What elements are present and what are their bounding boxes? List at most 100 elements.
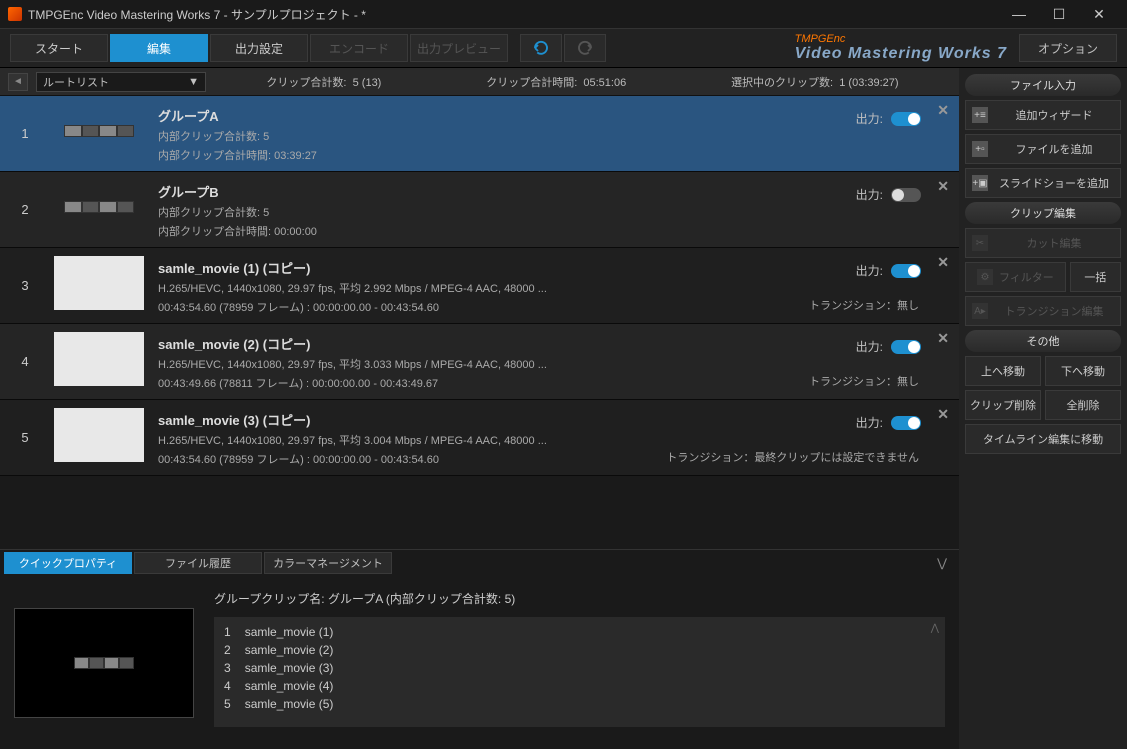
close-icon[interactable]: ✕ bbox=[937, 178, 949, 195]
brand: TMPGEnc Video Mastering Works 7 bbox=[608, 33, 1017, 63]
wizard-icon: +≡ bbox=[972, 107, 988, 123]
clip-title: samle_movie (3) (コピー) bbox=[158, 410, 689, 429]
clip-row[interactable]: 5 samle_movie (3) (コピー) H.265/HEVC, 1440x1… bbox=[0, 400, 959, 476]
cut-edit-button[interactable]: ✂カット編集 bbox=[965, 228, 1121, 258]
undo-icon bbox=[532, 39, 550, 57]
clip-row[interactable]: 2 グループB 内部クリップ合計数: 5 内部クリップ合計時間: 00:00:00 出力… bbox=[0, 172, 959, 248]
close-button[interactable]: ✕ bbox=[1079, 0, 1119, 28]
transition-label: トランジション：無し bbox=[809, 373, 919, 389]
clip-line1: 内部クリップ合計数: 5 bbox=[158, 204, 689, 220]
transition-icon: A▸ bbox=[972, 303, 988, 319]
collapse-icon[interactable]: ⋁ bbox=[937, 556, 947, 570]
clip-title: samle_movie (2) (コピー) bbox=[158, 334, 689, 353]
minimize-button[interactable]: — bbox=[999, 0, 1039, 28]
output-toggle[interactable] bbox=[891, 188, 921, 202]
slideshow-icon: +▣ bbox=[972, 175, 988, 191]
app-logo-icon bbox=[8, 7, 22, 21]
chevron-down-icon: ▼ bbox=[188, 76, 199, 88]
add-slideshow-button[interactable]: +▣スライドショーを追加 bbox=[965, 168, 1121, 198]
clip-row[interactable]: 4samle_movie (2) (コピー)H.265/HEVC, 1440x1… bbox=[0, 324, 959, 400]
bottom-panel: クイックプロパティ ファイル履歴 カラーマネージメント ⋁ グループクリップ名:… bbox=[0, 549, 959, 749]
output-label: 出力: bbox=[856, 414, 883, 431]
delete-all-button[interactable]: 全削除 bbox=[1045, 390, 1121, 420]
output-toggle[interactable] bbox=[891, 264, 921, 278]
tab-preview[interactable]: 出力プレビュー bbox=[410, 34, 508, 62]
property-list[interactable]: ⋀ 1samle_movie (1)2samle_movie (2)3samle… bbox=[214, 617, 945, 727]
close-icon[interactable]: ✕ bbox=[937, 102, 949, 119]
titlebar: TMPGEnc Video Mastering Works 7 - サンプルプロ… bbox=[0, 0, 1127, 28]
clip-row[interactable]: 1グループA内部クリップ合計数: 5内部クリップ合計時間: 03:39:27出力… bbox=[0, 96, 959, 172]
group-clip-title: グループクリップ名: グループA (内部クリップ合計数: 5) bbox=[214, 590, 945, 607]
tab-color-management[interactable]: カラーマネージメント bbox=[264, 552, 392, 574]
transition-label: トランジション：最終クリップには設定できません bbox=[666, 449, 919, 465]
output-toggle[interactable] bbox=[891, 340, 921, 354]
tab-output[interactable]: 出力設定 bbox=[210, 34, 308, 62]
clip-number: 5 bbox=[10, 408, 40, 467]
add-file-button[interactable]: +▫ファイルを追加 bbox=[965, 134, 1121, 164]
clip-line1: H.265/HEVC, 1440x1080, 29.97 fps, 平均 2.9… bbox=[158, 280, 689, 296]
clip-list[interactable]: 1グループA内部クリップ合計数: 5内部クリップ合計時間: 03:39:27出力… bbox=[0, 96, 959, 549]
clip-line2: 00:43:54.60 (78959 フレーム) : 00:00:00.00 -… bbox=[158, 299, 689, 315]
close-icon[interactable]: ✕ bbox=[937, 254, 949, 271]
clip-title: グループA bbox=[158, 106, 689, 125]
property-thumbnail bbox=[14, 608, 194, 718]
timeline-move-button[interactable]: タイムライン編集に移動 bbox=[965, 424, 1121, 454]
add-wizard-button[interactable]: +≡追加ウィザード bbox=[965, 100, 1121, 130]
property-list-item[interactable]: 2samle_movie (2) bbox=[224, 641, 935, 659]
property-list-item[interactable]: 3samle_movie (3) bbox=[224, 659, 935, 677]
filter-button[interactable]: ⚙フィルター bbox=[965, 262, 1066, 292]
brand-small: TMPGEnc bbox=[795, 33, 846, 45]
batch-button[interactable]: 一括 bbox=[1070, 262, 1121, 292]
tab-encode[interactable]: エンコード bbox=[310, 34, 408, 62]
output-toggle[interactable] bbox=[891, 416, 921, 430]
brand-main: Video Mastering Works 7 bbox=[795, 45, 1007, 63]
list-dropdown[interactable]: ルートリスト ▼ bbox=[36, 72, 206, 92]
tab-file-history[interactable]: ファイル履歴 bbox=[134, 552, 262, 574]
undo-button[interactable] bbox=[520, 34, 562, 62]
clip-number: 1 bbox=[10, 104, 40, 163]
scissors-icon: ✂ bbox=[972, 235, 988, 251]
clip-line2: 00:43:49.66 (78811 フレーム) : 00:00:00.00 -… bbox=[158, 375, 689, 391]
window-title: TMPGEnc Video Mastering Works 7 - サンプルプロ… bbox=[28, 6, 999, 23]
clip-line1: 内部クリップ合計数: 5 bbox=[158, 128, 689, 144]
close-icon[interactable]: ✕ bbox=[937, 330, 949, 347]
caret-up-icon[interactable]: ⋀ bbox=[931, 621, 939, 636]
clip-number: 2 bbox=[10, 180, 40, 239]
redo-icon bbox=[576, 39, 594, 57]
section-file-input: ファイル入力 bbox=[965, 74, 1121, 96]
move-down-button[interactable]: 下へ移動 bbox=[1045, 356, 1121, 386]
output-toggle[interactable] bbox=[891, 112, 921, 126]
property-list-item[interactable]: 5samle_movie (5) bbox=[224, 695, 935, 713]
tab-start[interactable]: スタート bbox=[10, 34, 108, 62]
nav-back-button[interactable]: ◄ bbox=[8, 73, 28, 91]
section-clip-edit: クリップ編集 bbox=[965, 202, 1121, 224]
maximize-button[interactable]: ☐ bbox=[1039, 0, 1079, 28]
tab-edit[interactable]: 編集 bbox=[110, 34, 208, 62]
transition-edit-button[interactable]: A▸トランジション編集 bbox=[965, 296, 1121, 326]
redo-button[interactable] bbox=[564, 34, 606, 62]
clip-title: グループB bbox=[158, 182, 689, 201]
clip-number: 3 bbox=[10, 256, 40, 315]
output-label: 出力: bbox=[856, 262, 883, 279]
close-icon[interactable]: ✕ bbox=[937, 406, 949, 423]
clip-number: 4 bbox=[10, 332, 40, 391]
top-nav: スタート 編集 出力設定 エンコード 出力プレビュー TMPGEnc Video… bbox=[0, 28, 1127, 68]
clip-row[interactable]: 3 samle_movie (1) (コピー) H.265/HEVC, 1440x1… bbox=[0, 248, 959, 324]
gear-icon: ⚙ bbox=[977, 269, 993, 285]
property-list-item[interactable]: 4samle_movie (4) bbox=[224, 677, 935, 695]
property-list-item[interactable]: 1samle_movie (1) bbox=[224, 623, 935, 641]
output-label: 出力: bbox=[856, 186, 883, 203]
tab-quick-property[interactable]: クイックプロパティ bbox=[4, 552, 132, 574]
transition-label: トランジション：無し bbox=[809, 297, 919, 313]
clip-delete-button[interactable]: クリップ削除 bbox=[965, 390, 1041, 420]
clip-line2: 内部クリップ合計時間: 00:00:00 bbox=[158, 223, 689, 239]
section-other: その他 bbox=[965, 330, 1121, 352]
clip-title: samle_movie (1) (コピー) bbox=[158, 258, 689, 277]
info-strip: ◄ ルートリスト ▼ クリップ合計数: 5 (13) クリップ合計時間: 05:… bbox=[0, 68, 959, 96]
file-icon: +▫ bbox=[972, 141, 988, 157]
right-panel: ファイル入力 +≡追加ウィザード +▫ファイルを追加 +▣スライドショーを追加 … bbox=[959, 68, 1127, 749]
clip-line2: 00:43:54.60 (78959 フレーム) : 00:00:00.00 -… bbox=[158, 451, 689, 467]
clip-line1: H.265/HEVC, 1440x1080, 29.97 fps, 平均 3.0… bbox=[158, 432, 689, 448]
option-button[interactable]: オプション bbox=[1019, 34, 1117, 62]
move-up-button[interactable]: 上へ移動 bbox=[965, 356, 1041, 386]
